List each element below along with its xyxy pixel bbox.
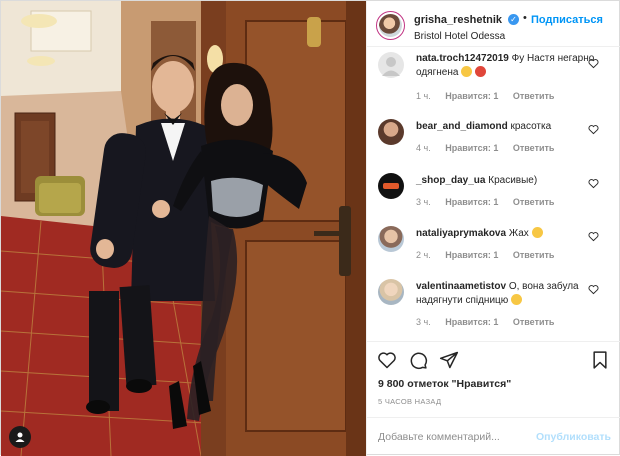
comment-likes[interactable]: Нравится: 1 bbox=[445, 250, 498, 260]
comment-username[interactable]: nataliyaprymakova bbox=[416, 228, 506, 239]
comment-meta: 3 ч. Нравится: 1 Ответить bbox=[416, 317, 566, 327]
comment-item: nata.troch12472019 Фу Настя негарно одяг… bbox=[367, 48, 620, 101]
comments-list[interactable]: nata.troch12472019 Фу Настя негарно одяг… bbox=[367, 48, 620, 340]
instagram-post: grisha_reshetnik ✓ • Подписаться Bristol… bbox=[0, 0, 620, 456]
comment-like-heart-icon[interactable] bbox=[588, 231, 599, 242]
post-photo[interactable] bbox=[1, 1, 366, 456]
shop-logo-icon bbox=[383, 183, 399, 189]
default-user-icon bbox=[382, 57, 400, 76]
reply-button[interactable]: Ответить bbox=[513, 91, 555, 101]
commenter-avatar[interactable] bbox=[378, 52, 404, 78]
comment-meta: 3 ч. Нравится: 1 Ответить bbox=[416, 197, 566, 207]
comment-like-heart-icon[interactable] bbox=[588, 178, 599, 189]
comment-likes[interactable]: Нравится: 1 bbox=[445, 317, 498, 327]
commenter-avatar[interactable] bbox=[378, 279, 404, 305]
comment-text: nataliyaprymakova Жах bbox=[416, 227, 596, 241]
angry-emoji-icon bbox=[474, 66, 486, 77]
comment-likes[interactable]: Нравится: 1 bbox=[445, 143, 498, 153]
post-actions: 9 800 отметок "Нравится" 5 ЧАСОВ НАЗАД О… bbox=[367, 341, 620, 453]
sad-emoji-icon bbox=[531, 227, 543, 238]
reply-button[interactable]: Ответить bbox=[513, 197, 555, 207]
reply-button[interactable]: Ответить bbox=[513, 317, 555, 327]
reply-button[interactable]: Ответить bbox=[513, 250, 555, 260]
comment-time[interactable]: 1 ч. bbox=[416, 91, 431, 101]
comment-time[interactable]: 3 ч. bbox=[416, 317, 431, 327]
comment-text: nata.troch12472019 Фу Настя негарно одяг… bbox=[416, 52, 596, 80]
likes-count[interactable]: 9 800 отметок "Нравится" bbox=[378, 378, 511, 390]
comment-item: valentinaametistov О, вона забула надягн… bbox=[367, 274, 620, 340]
grin-emoji-icon bbox=[461, 66, 473, 77]
comment-bubble-icon[interactable] bbox=[408, 350, 428, 370]
comment-likes[interactable]: Нравится: 1 bbox=[445, 91, 498, 101]
comment-item: _shop_day_ua Красивые) 3 ч. Нравится: 1 … bbox=[367, 168, 620, 221]
publish-button[interactable]: Опубликовать bbox=[536, 431, 611, 443]
comment-body: Жах bbox=[508, 228, 529, 239]
tagged-user-icon[interactable] bbox=[9, 426, 31, 448]
comment-text: valentinaametistov О, вона забула надягн… bbox=[416, 280, 596, 308]
comment-input[interactable] bbox=[378, 429, 528, 445]
tongue-emoji-icon bbox=[511, 294, 523, 305]
post-location[interactable]: Bristol Hotel Odessa bbox=[414, 31, 505, 42]
comment-like-heart-icon[interactable] bbox=[588, 124, 599, 135]
follow-button[interactable]: Подписаться bbox=[531, 14, 603, 26]
post-header: grisha_reshetnik ✓ • Подписаться Bristol… bbox=[367, 1, 620, 47]
reply-button[interactable]: Ответить bbox=[513, 143, 555, 153]
commenter-avatar[interactable] bbox=[378, 173, 404, 199]
user-icon bbox=[15, 432, 25, 442]
comment-username[interactable]: valentinaametistov bbox=[416, 281, 506, 292]
comment-time[interactable]: 4 ч. bbox=[416, 143, 431, 153]
comment-meta: 4 ч. Нравится: 1 Ответить bbox=[416, 143, 566, 153]
separator-dot: • bbox=[523, 12, 527, 24]
verified-badge-icon: ✓ bbox=[508, 14, 519, 25]
comment-text: bear_and_diamond красотка bbox=[416, 120, 596, 134]
comment-item: nataliyaprymakova Жах 2 ч. Нравится: 1 О… bbox=[367, 221, 620, 274]
comment-like-heart-icon[interactable] bbox=[588, 284, 599, 295]
comment-username[interactable]: bear_and_diamond bbox=[416, 121, 508, 132]
comment-body: Красивые) bbox=[488, 175, 538, 186]
comment-likes[interactable]: Нравится: 1 bbox=[445, 197, 498, 207]
comment-meta: 1 ч. Нравится: 1 Ответить bbox=[416, 91, 566, 101]
photo-illustration bbox=[1, 1, 366, 456]
comment-time[interactable]: 3 ч. bbox=[416, 197, 431, 207]
post-side-panel: grisha_reshetnik ✓ • Подписаться Bristol… bbox=[366, 1, 620, 456]
add-comment-bar: Опубликовать bbox=[367, 417, 620, 455]
author-username[interactable]: grisha_reshetnik bbox=[414, 14, 502, 26]
comment-like-heart-icon[interactable] bbox=[588, 58, 599, 69]
author-avatar[interactable] bbox=[376, 11, 405, 40]
commenter-avatar[interactable] bbox=[378, 119, 404, 145]
comment-username[interactable]: _shop_day_ua bbox=[416, 175, 485, 186]
commenter-avatar[interactable] bbox=[378, 226, 404, 252]
comment-body: красотка bbox=[510, 121, 552, 132]
comment-meta: 2 ч. Нравится: 1 Ответить bbox=[416, 250, 566, 260]
share-paper-plane-icon[interactable] bbox=[439, 350, 459, 370]
bookmark-icon[interactable] bbox=[590, 350, 610, 370]
like-heart-icon[interactable] bbox=[377, 350, 397, 370]
comment-text: _shop_day_ua Красивые) bbox=[416, 174, 596, 188]
comment-time[interactable]: 2 ч. bbox=[416, 250, 431, 260]
comment-item: bear_and_diamond красотка 4 ч. Нравится:… bbox=[367, 114, 620, 167]
post-time-ago[interactable]: 5 ЧАСОВ НАЗАД bbox=[378, 397, 441, 406]
comment-username[interactable]: nata.troch12472019 bbox=[416, 53, 509, 64]
